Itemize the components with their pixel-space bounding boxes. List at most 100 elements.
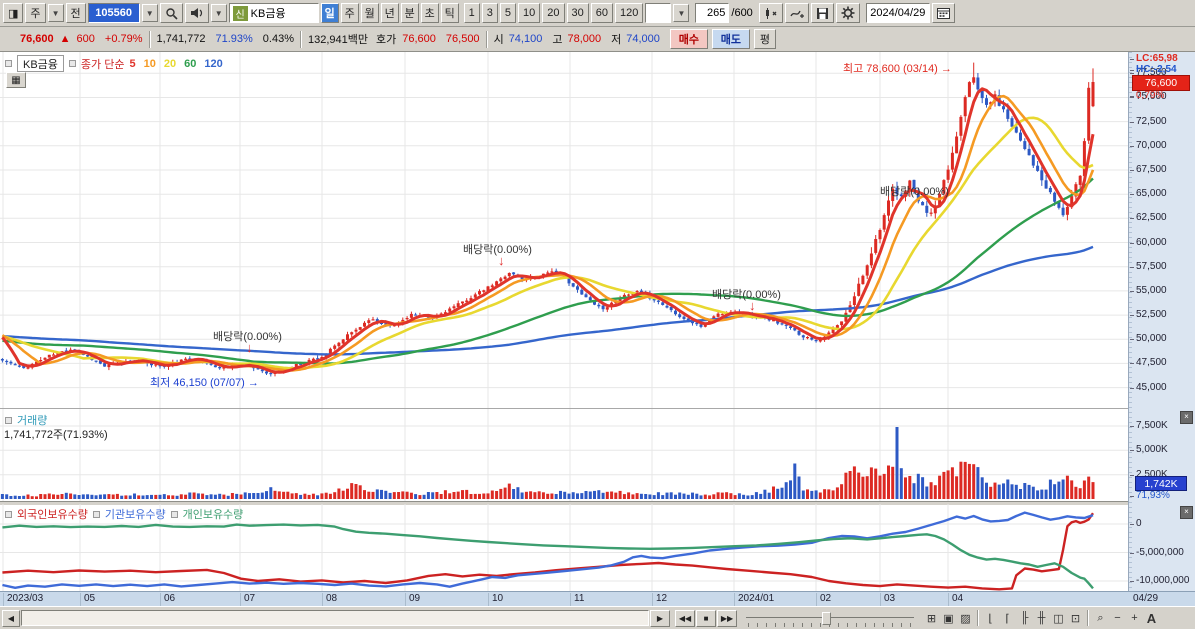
price-low-tool-icon[interactable]: ⌊	[982, 610, 999, 627]
volume-chart-canvas[interactable]	[0, 409, 1128, 501]
pane-marker-icon	[92, 510, 100, 518]
play-button[interactable]: ▶	[650, 609, 670, 627]
pane-marker-icon	[68, 60, 76, 67]
price-high-tool-icon[interactable]: ⌈	[999, 610, 1016, 627]
close-volume-pane-button[interactable]: ×	[1180, 411, 1193, 424]
date-label: 07	[240, 593, 255, 606]
buy-button[interactable]: 매수	[669, 29, 708, 49]
forward-button[interactable]: ▶▶	[717, 609, 737, 627]
period-5-button[interactable]: 5	[499, 3, 517, 23]
tab-weekly[interactable]: 주	[340, 3, 359, 23]
custom-period-arrow-icon[interactable]: ▼	[673, 4, 690, 22]
holdings-legend-institution: 기관보유수량	[104, 509, 166, 521]
rewind-button[interactable]: ◀◀	[675, 609, 695, 627]
pane-marker-icon	[5, 416, 12, 424]
tab-tick[interactable]: 틱	[440, 3, 459, 23]
date-end-label: 04/29	[1133, 593, 1159, 604]
date-label: 10	[488, 593, 503, 606]
period-10-button[interactable]: 10	[518, 3, 541, 23]
panel-toggle-button[interactable]: ◨	[3, 3, 24, 23]
bar-count-input[interactable]: 265	[695, 3, 730, 23]
chart-style-button[interactable]	[758, 3, 783, 23]
period-20-button[interactable]: 20	[542, 3, 565, 23]
indicator-icon[interactable]: ◫	[1050, 610, 1067, 627]
holdings-legend-foreign: 외국인보유수량	[17, 509, 88, 521]
period-30-button[interactable]: 30	[566, 3, 589, 23]
grid-view-button[interactable]: ▦	[6, 72, 26, 88]
settings-button[interactable]	[835, 3, 860, 23]
sound-button[interactable]	[184, 3, 209, 23]
font-size-icon[interactable]: A	[1143, 610, 1160, 627]
date-label: 05	[80, 593, 95, 606]
tab-yearly[interactable]: 년	[380, 3, 399, 23]
calendar-button[interactable]	[931, 3, 955, 23]
sell-button[interactable]: 매도	[711, 29, 750, 49]
price-axis-label: 62,500	[1130, 212, 1167, 224]
tab-second[interactable]: 초	[420, 3, 439, 23]
hc-label: HC:-2,54	[1130, 64, 1177, 75]
date-label: 2024/01	[734, 593, 774, 606]
chart-title[interactable]: KB금융	[17, 55, 64, 72]
tab-daily[interactable]: 일	[320, 3, 339, 23]
period-60-button[interactable]: 60	[590, 3, 614, 23]
quote-infobar: 76,600 ▲ 600 +0.79% 1,741,772 71.93% 0.4…	[0, 27, 1195, 52]
ma-120-label: 120	[204, 57, 223, 70]
axis-ruler	[1129, 52, 1132, 591]
volume-axis-label: 5,000K	[1130, 444, 1168, 456]
date-axis: 04/29 2023/03 05 06 07 08 09 10 11 12 2024/01 02 03…	[0, 591, 1195, 606]
price-chart-canvas[interactable]	[0, 52, 1128, 408]
search-button[interactable]	[159, 3, 183, 23]
chart-layout-icon[interactable]: ⊡	[1067, 610, 1084, 627]
freq-combo-arrow-icon[interactable]: ▼	[47, 4, 64, 22]
zoom-tool-icon[interactable]: ⌕	[1092, 610, 1109, 627]
candle-compare-icon[interactable]: ╫	[1033, 610, 1050, 627]
speaker-icon	[190, 8, 202, 18]
bar-total-label: /600	[731, 7, 753, 19]
date-input[interactable]: 2024/04/29	[865, 3, 930, 23]
custom-period-input[interactable]	[645, 3, 672, 23]
tab-monthly[interactable]: 월	[360, 3, 379, 23]
candle-pattern-icon[interactable]: ╟	[1016, 610, 1033, 627]
period-3-button[interactable]: 3	[481, 3, 498, 23]
zoom-out-icon[interactable]: −	[1109, 610, 1126, 627]
price-axis-label: 50,000	[1130, 333, 1167, 345]
scrollbar-track[interactable]	[21, 610, 649, 626]
line-style-button[interactable]	[784, 3, 809, 23]
period-120-button[interactable]: 120	[615, 3, 644, 23]
zoom-in-icon[interactable]: +	[1126, 610, 1143, 627]
stop-button[interactable]: ■	[696, 609, 716, 627]
date-label: 04	[948, 593, 963, 606]
select-area-icon[interactable]: ▨	[957, 610, 974, 627]
tab-minute[interactable]: 분	[400, 3, 419, 23]
avg-button[interactable]: 평	[753, 29, 776, 49]
code-dropdown-icon[interactable]: ▼	[141, 4, 158, 22]
scroll-left-button[interactable]: ◀	[2, 609, 20, 627]
volume-badge: 1,742K	[1135, 476, 1187, 492]
stock-code-input[interactable]: 105560	[87, 3, 140, 23]
top-toolbar: ◨ 주 ▼ 전 105560 ▼ ▼ 신 KB금융 일주월년분초틱 1 3 5 10 2…	[0, 0, 1195, 27]
ma-60-label: 60	[184, 57, 197, 70]
annotation-high: 최고 78,600 (03/14) →	[843, 63, 952, 75]
add-window-icon[interactable]: ⊞	[923, 610, 940, 627]
stock-name-box[interactable]: 신 KB금융	[228, 3, 319, 23]
slider-thumb[interactable]	[822, 611, 831, 625]
price-axis-label: 55,000	[1130, 284, 1167, 296]
down-arrow-icon: ↓	[749, 298, 756, 313]
save-button[interactable]	[810, 3, 834, 23]
turnover-ratio: 0.43%	[262, 33, 294, 45]
ask-price: 76,600	[402, 33, 436, 45]
volume-detail: 1,741,772주(71.93%)	[4, 429, 108, 441]
prev-stock-button[interactable]: 전	[65, 3, 86, 23]
chart-area: KB금융 종가 단순 5 10 20 60 120 ▦ 최고 78,600 (03/14…	[0, 52, 1195, 606]
current-price-badge: 76,600	[1132, 74, 1190, 91]
freq-combo[interactable]: 주	[25, 3, 46, 23]
date-label: 02	[816, 593, 831, 606]
close-holdings-pane-button[interactable]: ×	[1180, 506, 1193, 519]
sound-dropdown-icon[interactable]: ▼	[210, 4, 227, 22]
period-1-button[interactable]: 1	[463, 3, 480, 23]
zoom-slider[interactable]	[746, 610, 914, 627]
volume-badge-pct: 71,93%	[1130, 490, 1170, 502]
save-icon	[816, 7, 828, 19]
date-label: 2023/03	[3, 593, 43, 606]
cascade-windows-icon[interactable]: ▣	[940, 610, 957, 627]
